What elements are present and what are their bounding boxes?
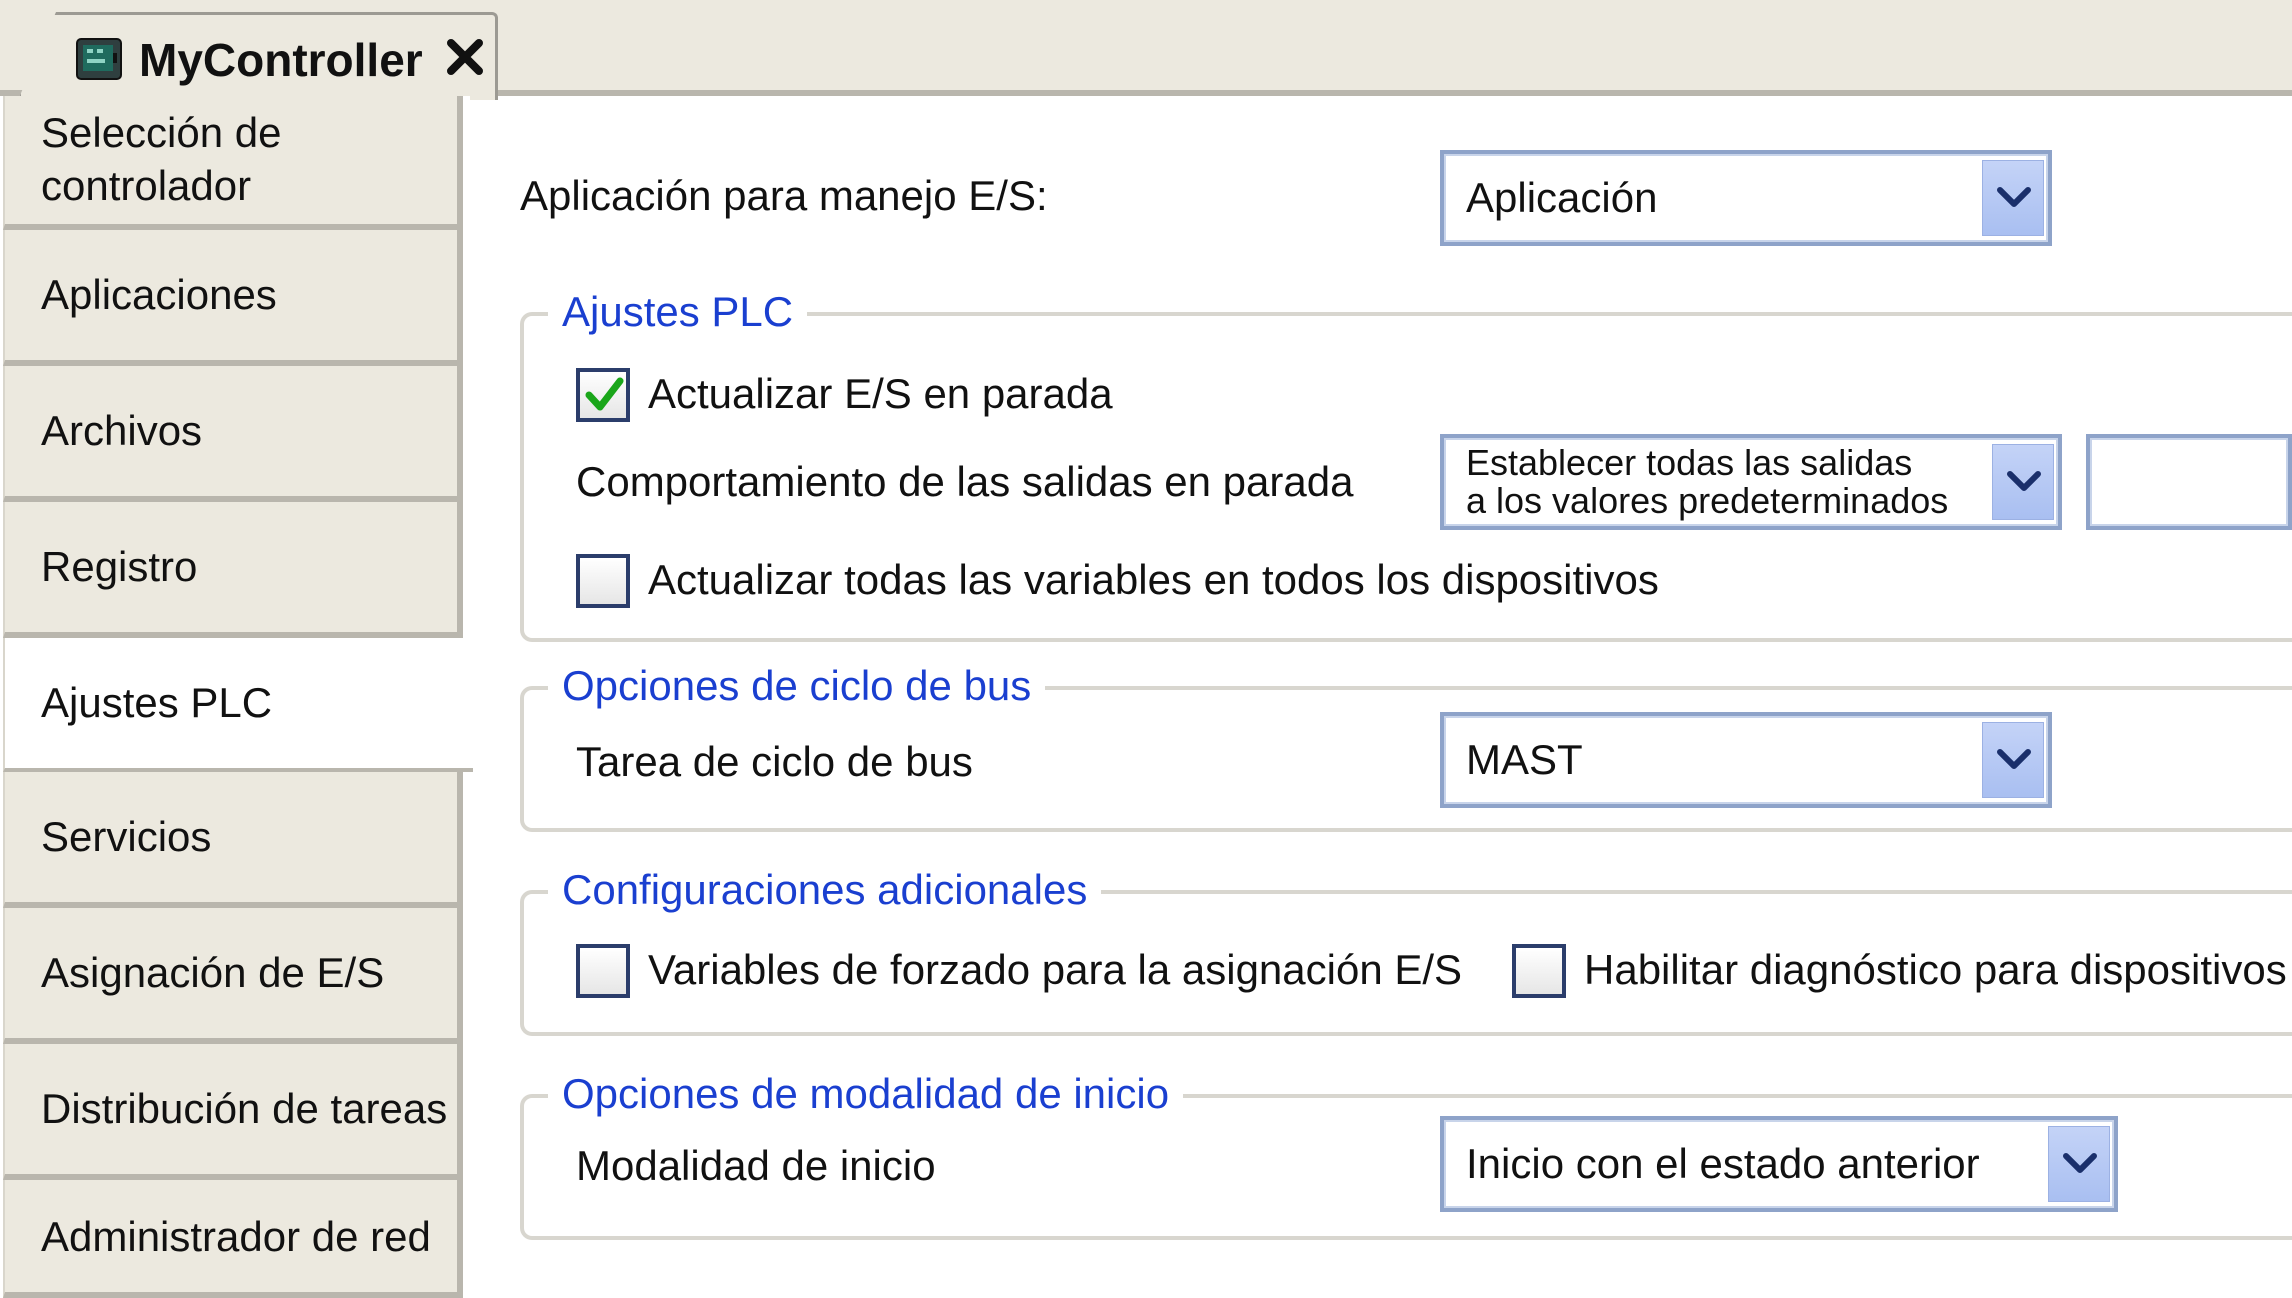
diagnostics-label: Habilitar diagnóstico para dispositivos <box>1584 946 2287 993</box>
chevron-down-icon[interactable] <box>1982 160 2044 236</box>
plc-settings-group-title: Ajustes PLC <box>548 288 808 336</box>
tab-title: MyController <box>139 34 423 86</box>
sidebar-item-label: Registro <box>41 543 198 590</box>
sidebar-item-io-mapping[interactable]: Asignación de E/S <box>3 908 463 1044</box>
sidebar-item-label: Ajustes PLC <box>41 679 273 726</box>
outputs-behavior-value: Establecer todas las salidas a los valore… <box>1466 442 1949 521</box>
update-io-stop-checkbox[interactable] <box>576 368 630 422</box>
force-vars-checkbox[interactable] <box>576 944 630 998</box>
close-icon[interactable] <box>441 33 489 81</box>
update-all-vars-label: Actualizar todas las variables en todos … <box>648 556 1659 603</box>
update-all-vars-checkbox[interactable] <box>576 554 630 608</box>
sidebar-item-log[interactable]: Registro <box>3 502 463 638</box>
editor-tab-strip: MyController <box>0 0 2292 100</box>
outputs-behavior-extra-field[interactable] <box>2086 434 2292 530</box>
chevron-down-icon[interactable] <box>2048 1126 2110 1202</box>
diagnostics-checkbox[interactable] <box>1512 944 1566 998</box>
outputs-behavior-label: Comportamiento de las salidas en parada <box>576 458 1354 505</box>
sidebar-item-network-manager[interactable]: Administrador de red <box>3 1180 463 1298</box>
sidebar-item-label: Selección de controlador <box>41 109 282 209</box>
io-application-value: Aplicación <box>1466 174 1658 221</box>
plc-settings-panel: Aplicación para manejo E/S: Aplicación A… <box>470 102 2292 1298</box>
bus-cycle-task-label: Tarea de ciclo de bus <box>576 738 973 785</box>
sidebar-item-task-deployment[interactable]: Distribución de tareas <box>3 1044 463 1180</box>
sidebar-item-plc-settings[interactable]: Ajustes PLC <box>3 638 473 772</box>
sidebar-item-files[interactable]: Archivos <box>3 366 463 502</box>
update-io-stop-label: Actualizar E/S en parada <box>648 370 1113 417</box>
sidebar-item-label: Asignación de E/S <box>41 949 385 996</box>
startup-mode-value: Inicio con el estado anterior <box>1466 1140 1980 1187</box>
outputs-behavior-select[interactable]: Establecer todas las salidas a los valore… <box>1440 434 2062 530</box>
sidebar-item-services[interactable]: Servicios <box>3 772 463 908</box>
additional-settings-group-title: Configuraciones adicionales <box>548 866 1102 914</box>
settings-sidebar: Selección de controlador Aplicaciones Ar… <box>0 96 473 1298</box>
chevron-down-icon[interactable] <box>1982 722 2044 798</box>
startup-mode-select[interactable]: Inicio con el estado anterior <box>1440 1116 2118 1212</box>
force-vars-label: Variables de forzado para la asignación … <box>648 946 1463 993</box>
io-application-select[interactable]: Aplicación <box>1440 150 2052 246</box>
sidebar-item-label: Distribución de tareas <box>41 1085 448 1132</box>
sidebar-item-label: Administrador de red <box>41 1213 431 1260</box>
bus-cycle-task-select[interactable]: MAST <box>1440 712 2052 808</box>
startup-mode-group-title: Opciones de modalidad de inicio <box>548 1070 1184 1118</box>
sidebar-item-label: Aplicaciones <box>41 271 277 318</box>
bus-cycle-group-title: Opciones de ciclo de bus <box>548 662 1046 710</box>
sidebar-item-label: Archivos <box>41 407 203 454</box>
tab-mycontroller[interactable]: MyController <box>18 12 498 100</box>
bus-cycle-task-value: MAST <box>1466 736 1583 783</box>
sidebar-item-applications[interactable]: Aplicaciones <box>3 230 463 366</box>
sidebar-item-controller-selection[interactable]: Selección de controlador <box>3 96 463 230</box>
sidebar-item-label: Servicios <box>41 813 212 860</box>
chevron-down-icon[interactable] <box>1992 444 2054 520</box>
startup-mode-label: Modalidad de inicio <box>576 1142 936 1189</box>
controller-icon <box>73 35 125 83</box>
io-application-label: Aplicación para manejo E/S: <box>520 172 1048 219</box>
